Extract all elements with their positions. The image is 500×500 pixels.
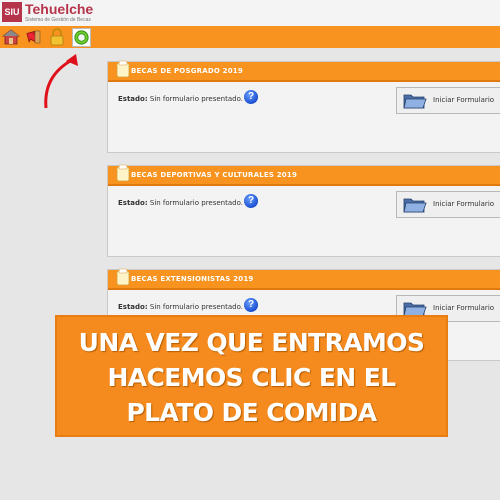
card-title: BECAS DEPORTIVAS Y CULTURALES 2019 [131, 171, 298, 179]
card-header: BECAS DEPORTIVAS Y CULTURALES 2019 [108, 164, 500, 186]
banner-line-2: HACEMOS CLIC EN EL [107, 363, 396, 392]
button-label: Iniciar Formulario [433, 304, 495, 312]
card-becas-deportivas: BECAS DEPORTIVAS Y CULTURALES 2019 Estad… [107, 164, 500, 257]
pointer-arrow-icon [44, 54, 78, 109]
exit-icon[interactable] [24, 28, 42, 46]
food-plate-icon[interactable] [72, 28, 91, 47]
card-title: BECAS DE POSGRADO 2019 [131, 67, 243, 75]
document-stack-icon [116, 164, 130, 182]
document-stack-icon [116, 268, 130, 286]
app-subtitle: Sistema de Gestión de Becas [25, 17, 91, 23]
banner-line-3: PLATO DE COMIDA [126, 398, 377, 427]
siu-logo: SIU [2, 2, 22, 22]
iniciar-formulario-button[interactable]: Iniciar Formulario [396, 191, 500, 218]
card-status: Estado: Sin formulario presentado. [118, 95, 243, 103]
button-label: Iniciar Formulario [433, 96, 495, 104]
help-icon[interactable]: ? [244, 90, 258, 104]
help-icon[interactable]: ? [244, 298, 258, 312]
card-becas-posgrado: BECAS DE POSGRADO 2019 Estado: Sin formu… [107, 60, 500, 153]
card-status: Estado: Sin formulario presentado. [118, 199, 243, 207]
status-label: Estado: [118, 95, 148, 103]
status-label: Estado: [118, 199, 148, 207]
button-label: Iniciar Formulario [433, 200, 495, 208]
card-status: Estado: Sin formulario presentado. [118, 303, 243, 311]
status-value: Sin formulario presentado. [149, 199, 243, 207]
status-value: Sin formulario presentado. [149, 303, 243, 311]
document-stack-icon [116, 60, 130, 78]
app-name: Tehuelche [25, 1, 94, 17]
help-icon[interactable]: ? [244, 194, 258, 208]
status-label: Estado: [118, 303, 148, 311]
home-icon[interactable] [2, 28, 20, 46]
card-header: BECAS DE POSGRADO 2019 [108, 60, 500, 82]
card-title: BECAS EXTENSIONISTAS 2019 [131, 275, 254, 283]
folder-open-icon [403, 198, 427, 213]
folder-open-icon [403, 94, 427, 109]
status-value: Sin formulario presentado. [149, 95, 243, 103]
card-header: BECAS EXTENSIONISTAS 2019 [108, 268, 500, 290]
iniciar-formulario-button[interactable]: Iniciar Formulario [396, 87, 500, 114]
lock-icon[interactable] [48, 28, 66, 46]
app-header: SIU Tehuelche Sistema de Gestión de Beca… [0, 0, 500, 26]
banner-line-1: UNA VEZ QUE ENTRAMOS [78, 328, 425, 357]
instruction-banner: UNA VEZ QUE ENTRAMOS HACEMOS CLIC EN EL … [55, 315, 448, 437]
